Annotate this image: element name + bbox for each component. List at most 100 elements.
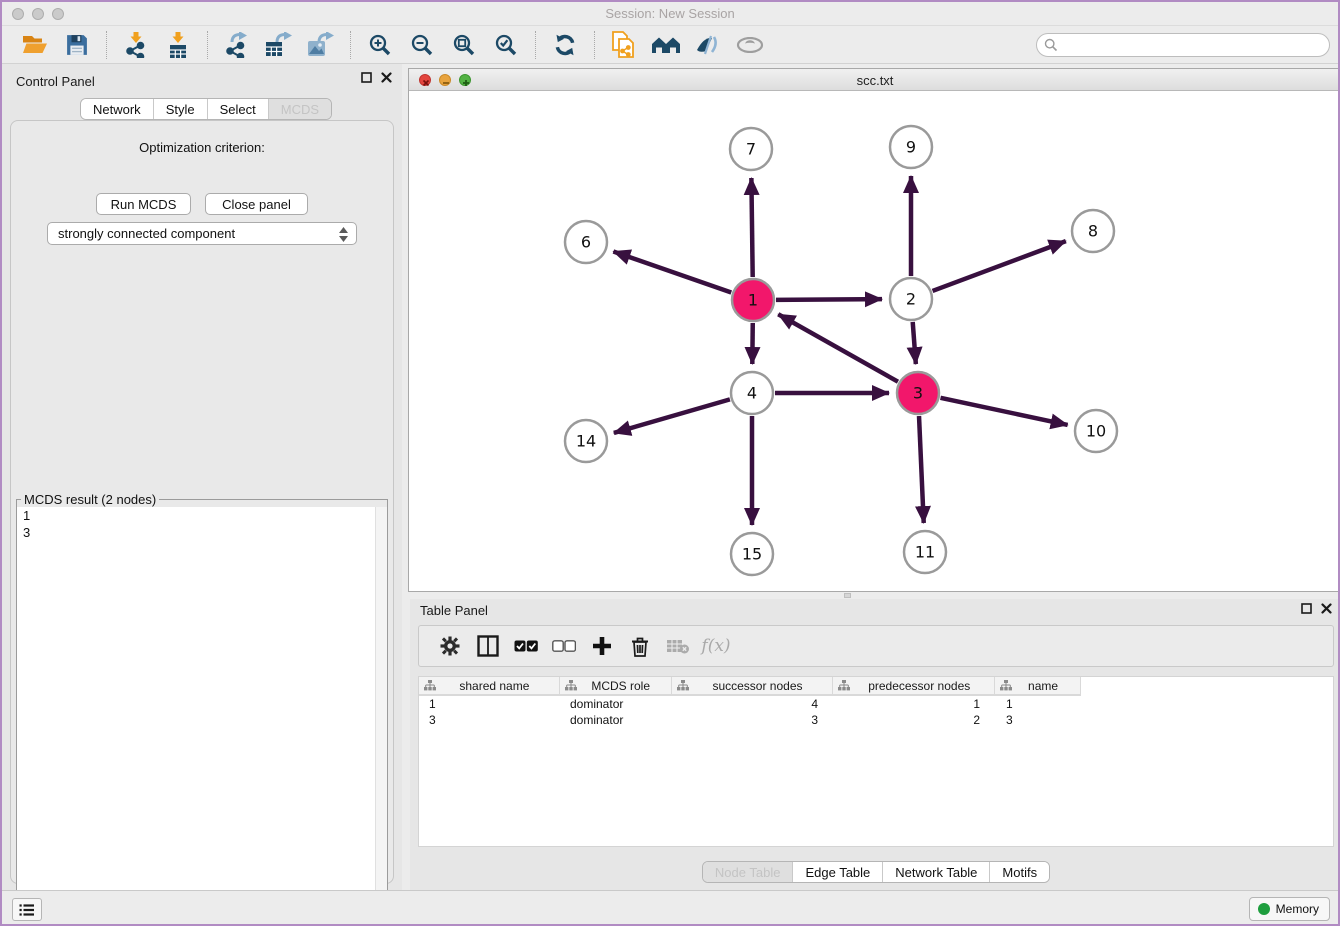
tab-motifs[interactable]: Motifs bbox=[990, 862, 1049, 882]
edge-1-2[interactable] bbox=[776, 299, 882, 300]
tab-mcds[interactable]: MCDS bbox=[269, 99, 331, 119]
table-header-row[interactable]: shared nameMCDS rolesuccessor nodesprede… bbox=[419, 677, 1081, 696]
hide-graphics-details-icon[interactable] bbox=[693, 30, 723, 60]
cell-MCDS-role[interactable]: dominator bbox=[560, 712, 672, 728]
cell-successor-nodes[interactable]: 3 bbox=[672, 712, 834, 728]
close-panel-button[interactable]: Close panel bbox=[205, 193, 308, 215]
status-bar: Memory bbox=[2, 890, 1338, 926]
export-table-icon[interactable] bbox=[264, 30, 294, 60]
task-history-button[interactable] bbox=[12, 898, 42, 921]
control-panel: Control Panel NetworkStyleSelectMCDS Opt… bbox=[2, 64, 402, 892]
tab-edge-table[interactable]: Edge Table bbox=[793, 862, 883, 882]
search-icon bbox=[1044, 38, 1058, 52]
network-graph[interactable]: 7968124314101511 bbox=[409, 91, 1340, 591]
function-builder-icon: f(x) bbox=[699, 631, 733, 661]
memory-button[interactable]: Memory bbox=[1249, 897, 1330, 921]
toolbar-separator bbox=[106, 31, 107, 59]
application-window: Session: New Session bbox=[0, 0, 1340, 926]
hierarchy-icon bbox=[565, 680, 577, 691]
delete-row-icon[interactable] bbox=[623, 631, 657, 661]
node-label-10: 10 bbox=[1086, 422, 1106, 441]
toolbar-separator bbox=[207, 31, 208, 59]
tab-network-table[interactable]: Network Table bbox=[883, 862, 990, 882]
cell-name[interactable]: 1 bbox=[996, 696, 1081, 712]
hierarchy-icon bbox=[424, 680, 436, 691]
refresh-icon[interactable] bbox=[550, 30, 580, 60]
node-label-2: 2 bbox=[906, 290, 916, 309]
tab-node-table[interactable]: Node Table bbox=[703, 862, 794, 882]
zoom-in-icon[interactable] bbox=[365, 30, 395, 60]
node-label-9: 9 bbox=[906, 138, 916, 157]
edge-1-7[interactable] bbox=[751, 178, 752, 277]
search-field[interactable] bbox=[1036, 33, 1330, 57]
cell-successor-nodes[interactable]: 4 bbox=[672, 696, 834, 712]
tab-network[interactable]: Network bbox=[81, 99, 154, 119]
toggle-column-panel-icon[interactable] bbox=[471, 631, 505, 661]
column-header-successor-nodes[interactable]: successor nodes bbox=[672, 677, 834, 694]
new-network-from-selection-icon[interactable] bbox=[609, 30, 639, 60]
run-mcds-button[interactable]: Run MCDS bbox=[96, 193, 191, 215]
edge-2-3[interactable] bbox=[913, 322, 916, 364]
add-row-icon[interactable] bbox=[585, 631, 619, 661]
edge-1-6[interactable] bbox=[613, 252, 731, 293]
column-header-name[interactable]: name bbox=[995, 677, 1080, 694]
table-row[interactable]: 3dominator323 bbox=[419, 712, 1333, 728]
network-window-title: scc.txt bbox=[409, 73, 1340, 88]
horizontal-splitter[interactable] bbox=[410, 592, 1340, 599]
save-session-icon[interactable] bbox=[62, 30, 92, 60]
table-tabs: Node TableEdge TableNetwork TableMotifs bbox=[410, 861, 1340, 883]
cell-MCDS-role[interactable]: dominator bbox=[560, 696, 672, 712]
network-canvas[interactable]: 7968124314101511 bbox=[409, 91, 1340, 591]
export-image-icon[interactable] bbox=[306, 30, 336, 60]
network-window-titlebar[interactable]: scc.txt bbox=[409, 69, 1340, 91]
cell-predecessor-nodes[interactable]: 2 bbox=[834, 712, 996, 728]
column-header-predecessor-nodes[interactable]: predecessor nodes bbox=[833, 677, 995, 694]
first-neighbors-icon[interactable] bbox=[651, 30, 681, 60]
network-view-window: scc.txt 7968124314101511 bbox=[408, 68, 1340, 592]
zoom-fit-icon[interactable] bbox=[449, 30, 479, 60]
zoom-selected-icon[interactable] bbox=[491, 30, 521, 60]
table-row[interactable]: 1dominator411 bbox=[419, 696, 1333, 712]
edge-3-11[interactable] bbox=[919, 416, 924, 523]
import-network-icon[interactable] bbox=[121, 30, 151, 60]
cell-shared-name[interactable]: 3 bbox=[419, 712, 560, 728]
export-network-icon[interactable] bbox=[222, 30, 252, 60]
optimization-criterion-select[interactable]: strongly connected component bbox=[47, 222, 357, 245]
float-table-panel-icon[interactable] bbox=[1301, 603, 1312, 614]
close-table-panel-icon[interactable] bbox=[1321, 603, 1332, 614]
search-input[interactable] bbox=[1058, 36, 1329, 54]
close-panel-icon[interactable] bbox=[381, 72, 392, 83]
tab-select[interactable]: Select bbox=[208, 99, 269, 119]
hierarchy-icon bbox=[1000, 680, 1012, 691]
edge-4-14[interactable] bbox=[614, 399, 730, 433]
column-header-shared-name[interactable]: shared name bbox=[419, 677, 560, 694]
zoom-out-icon[interactable] bbox=[407, 30, 437, 60]
table-toolbar: f(x) bbox=[418, 625, 1334, 667]
edge-3-1[interactable] bbox=[778, 314, 898, 381]
cell-predecessor-nodes[interactable]: 1 bbox=[834, 696, 996, 712]
list-icon bbox=[19, 903, 35, 917]
mcds-result-title: MCDS result (2 nodes) bbox=[21, 492, 159, 507]
cell-name[interactable]: 3 bbox=[996, 712, 1081, 728]
select-all-columns-icon[interactable] bbox=[509, 631, 543, 661]
node-table[interactable]: shared nameMCDS rolesuccessor nodesprede… bbox=[418, 676, 1334, 847]
tab-style[interactable]: Style bbox=[154, 99, 208, 119]
edge-3-10[interactable] bbox=[940, 398, 1067, 425]
open-session-icon[interactable] bbox=[20, 30, 50, 60]
mcds-result-fieldset: MCDS result (2 nodes) 13 bbox=[16, 492, 388, 926]
result-scrollbar[interactable] bbox=[375, 507, 387, 926]
column-header-MCDS-role[interactable]: MCDS role bbox=[560, 677, 672, 694]
splitter-grip[interactable] bbox=[844, 593, 851, 598]
control-panel-tabs: NetworkStyleSelectMCDS bbox=[80, 98, 332, 120]
float-panel-icon[interactable] bbox=[361, 72, 372, 83]
toolbar-separator bbox=[535, 31, 536, 59]
select-arrows-icon bbox=[338, 226, 349, 243]
node-label-1: 1 bbox=[748, 291, 758, 310]
table-settings-icon[interactable] bbox=[433, 631, 467, 661]
mcds-result-list[interactable]: 13 bbox=[17, 507, 387, 926]
cell-shared-name[interactable]: 1 bbox=[419, 696, 560, 712]
mcds-result-node: 3 bbox=[17, 524, 387, 541]
edge-2-8[interactable] bbox=[933, 241, 1066, 291]
import-table-icon[interactable] bbox=[163, 30, 193, 60]
deselect-all-columns-icon[interactable] bbox=[547, 631, 581, 661]
